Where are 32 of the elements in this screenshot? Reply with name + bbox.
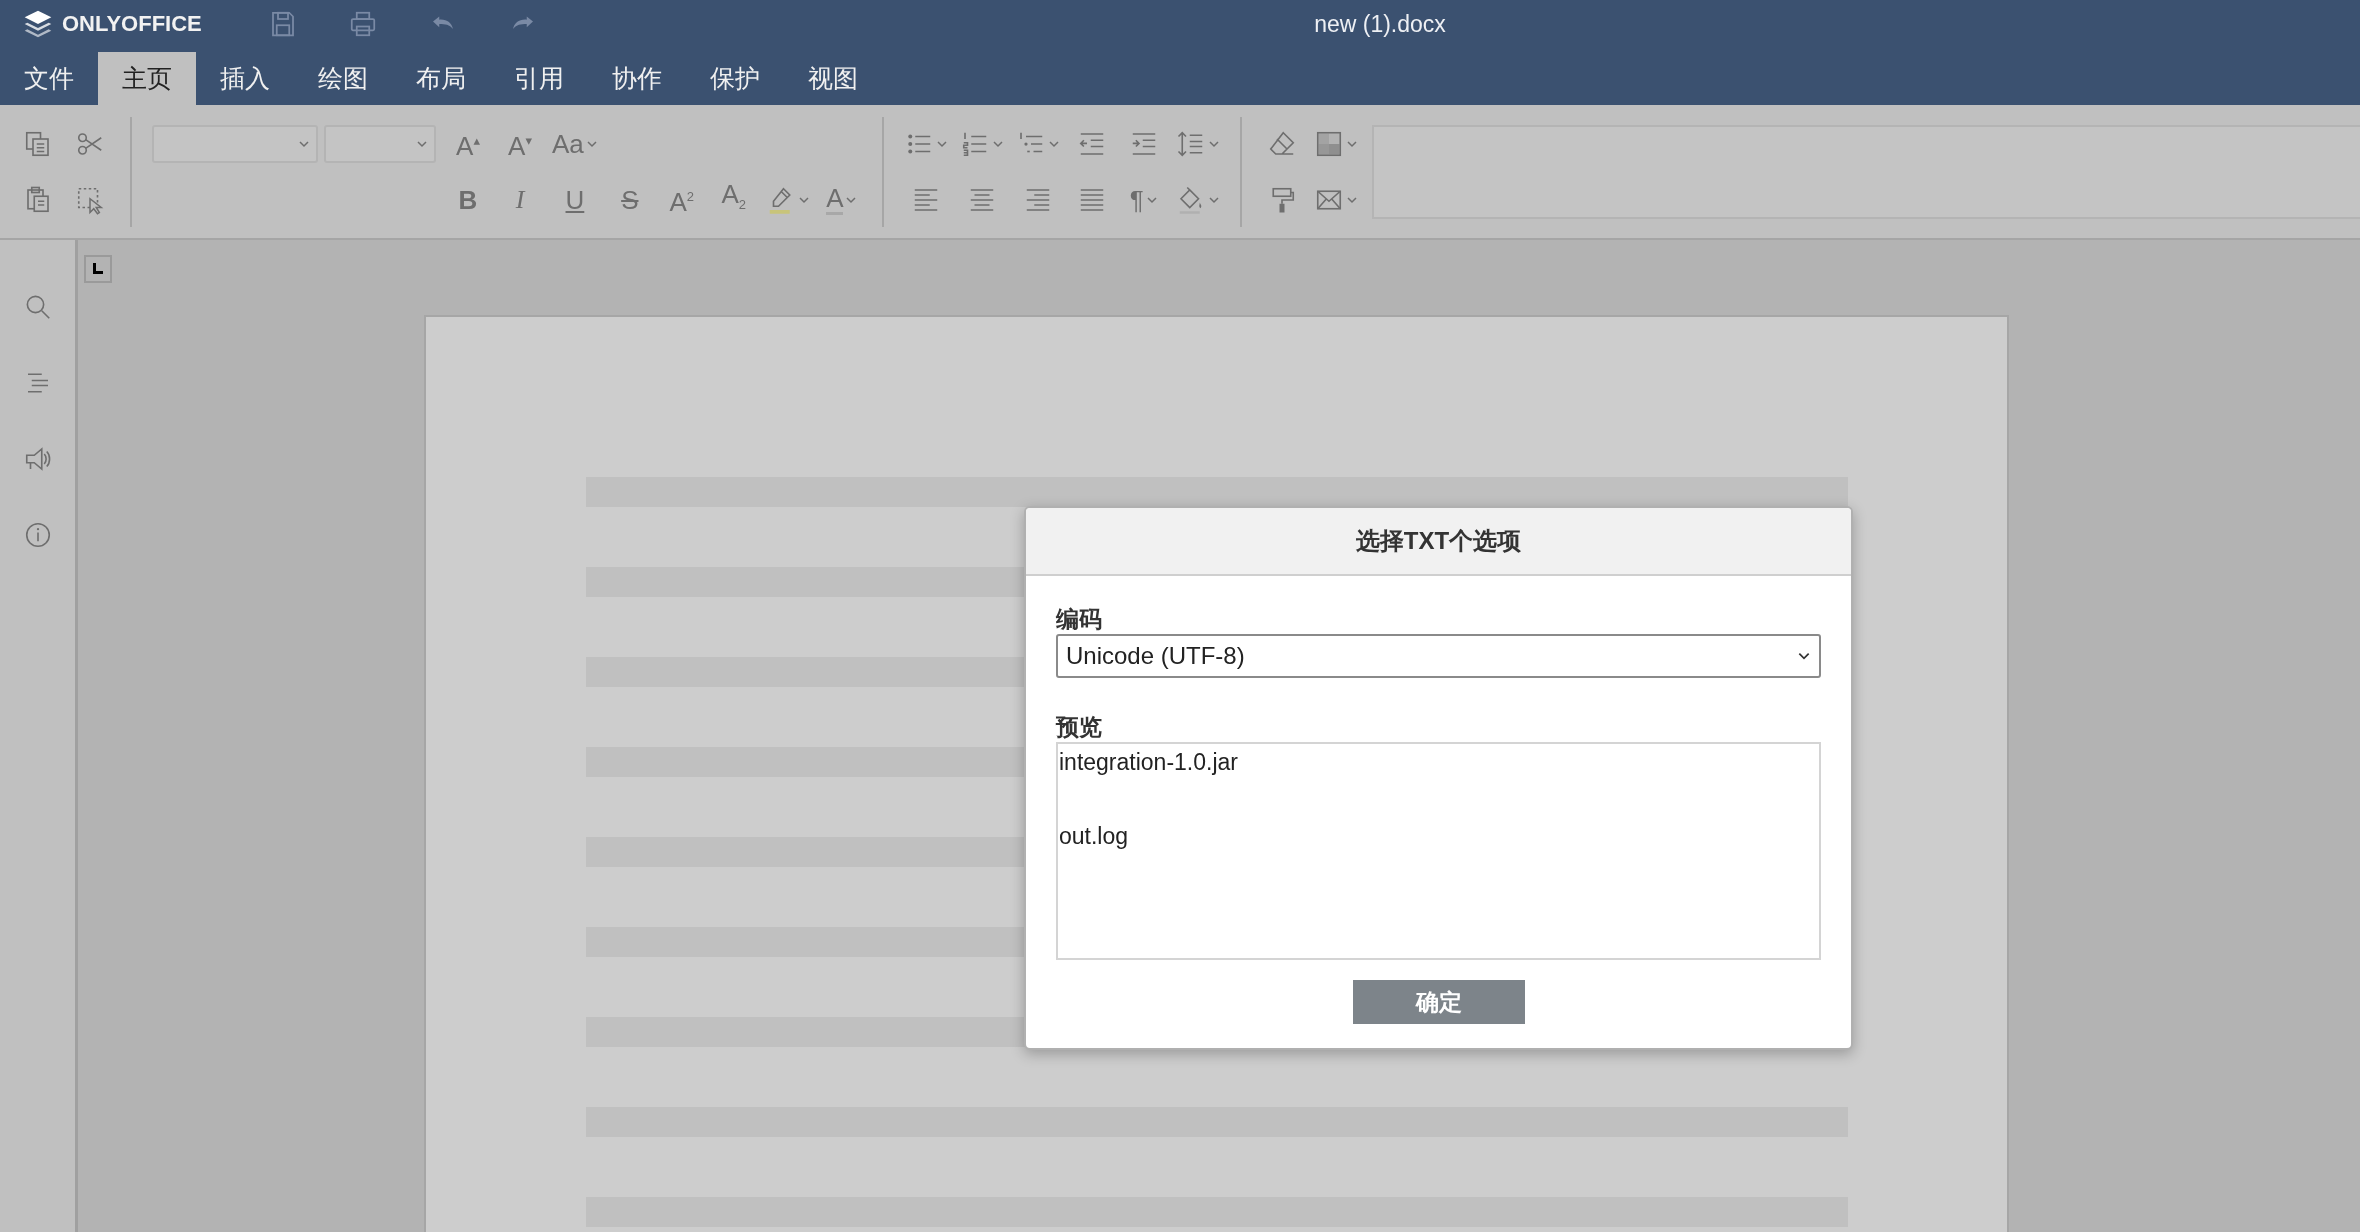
encoding-dropdown[interactable]: Unicode (UTF-8) xyxy=(1056,634,1821,678)
menu-tab[interactable]: 主页 xyxy=(98,52,196,105)
menu-tab[interactable]: 文件 xyxy=(0,52,98,105)
field-label: 编码 xyxy=(1056,605,1103,634)
logo-text: ONLYOFFICE xyxy=(62,11,202,37)
paragraph-marks-button[interactable]: ¶ xyxy=(1129,184,1144,215)
menu-tab[interactable]: 插入 xyxy=(196,52,294,105)
change-case-button[interactable]: Aa xyxy=(552,128,584,159)
preview-area: integration-1.0.jar out.log xyxy=(1056,742,1821,960)
italic-button[interactable]: I xyxy=(515,184,525,215)
grow-font-button[interactable]: A$^{▴}$ xyxy=(456,126,480,161)
field-label: 预览 xyxy=(1056,713,1103,742)
font-name-field[interactable] xyxy=(152,124,318,163)
bold-button[interactable]: B xyxy=(458,184,478,215)
menu-tab[interactable]: 保护 xyxy=(686,52,784,105)
shrink-font-button[interactable]: A$^{▾}$ xyxy=(508,126,532,161)
underline-button[interactable]: U xyxy=(565,184,585,215)
font-size-field[interactable] xyxy=(324,124,436,163)
superscript-button[interactable]: A$^{2}$ xyxy=(669,182,695,217)
font-color-button[interactable]: A xyxy=(826,184,844,215)
tab-stop-icon[interactable] xyxy=(84,255,112,283)
menu-tab[interactable]: 引用 xyxy=(490,52,588,105)
strikethrough-button[interactable]: S xyxy=(621,184,639,215)
document-title: new (1).docx xyxy=(1314,10,1446,38)
dialog-title: 选择TXT个选项 xyxy=(1355,526,1522,556)
subscript-button[interactable]: A$_{2}$ xyxy=(721,178,747,221)
layers-logo-icon xyxy=(22,8,54,40)
menu-tab[interactable]: 视图 xyxy=(784,52,882,105)
menu-tab[interactable]: 布局 xyxy=(392,52,490,105)
menu-tab[interactable]: 绘图 xyxy=(294,52,392,105)
menu-tab[interactable]: 协作 xyxy=(588,52,686,105)
ok-button[interactable]: 确定 xyxy=(1352,980,1525,1024)
